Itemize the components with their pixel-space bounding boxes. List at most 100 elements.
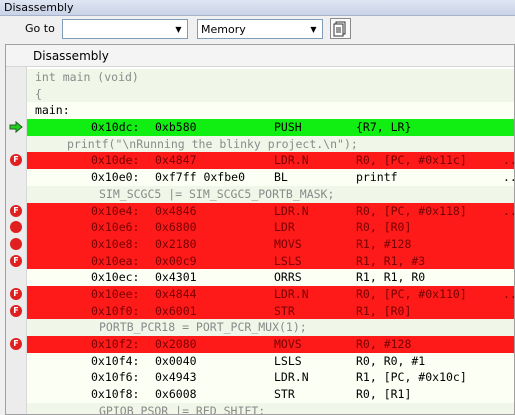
address: 0x10ea: [91,253,140,268]
source-line[interactable]: SIM_SCGC5 |= SIM_SCGC5_PORTB_MASK; [27,185,514,203]
panel-title: Disassembly [33,49,109,63]
operands: R1, [PC, #0x10c] [356,370,467,385]
document-icon [333,21,346,37]
opcode: 0x2180 [155,236,197,251]
address: 0x10f2: [91,337,140,351]
address: 0x10f6: [91,370,140,385]
memory-value: Memory [201,23,246,36]
opcode: 0x4847 [155,153,197,168]
operands: R1, [R0] [356,303,412,318]
asm-line[interactable]: 0x10ec: 0x4301 ORRS R1, R1, R0 [27,269,514,286]
operands: R1, #128 [356,236,412,251]
asm-line[interactable]: 0x10e4:0x4846LDR.NR0, [PC, #0x118]..F [10,202,514,220]
address: 0x10de: [91,153,140,168]
address: 0x10ee: [91,286,140,301]
opcode: 0x6008 [155,387,197,402]
asm-line[interactable]: 0x10de:0x4847LDR.NR0, [PC, #0x11c]..F [10,152,514,170]
opcode: 0x2080 [155,337,197,351]
source-text: int main (void) [35,70,139,84]
flash-breakpoint-icon[interactable]: F [6,203,27,219]
mnemonic: MOVS [274,337,302,351]
operands: R1, R1, R0 [356,270,426,285]
window-title: Disassembly [0,0,515,16]
disassembly-panel: Disassembly int main (void){main: 0x10dc:… [5,44,515,415]
source-text: GPIOB_PSOR |= RED_SHIFT; [99,403,266,415]
source-line[interactable]: GPIOB_PSOR |= RED_SHIFT; [27,402,514,415]
operands: R0, [PC, #0x118] [356,203,467,218]
source-line[interactable]: PORTB_PCR18 = PORT_PCR_MUX(1); [27,319,514,336]
mnemonic: LDR.N [274,370,309,385]
address: 0x10f4: [91,353,140,368]
opcode: 0x0040 [155,353,197,368]
chevron-down-icon[interactable]: ▼ [306,21,321,37]
opcode: 0x4846 [155,203,197,218]
opcode: 0x4943 [155,370,197,385]
asm-line[interactable]: 0x10f2: 0x2080 MOVS R0, #128 F [10,336,514,353]
asm-line[interactable]: 0x10ee:0x4844LDR.NR0, [PC, #0x110]..F [10,285,514,303]
address: 0x10f8: [91,387,140,402]
asm-line[interactable]: 0x10f6: 0x4943 LDR.N R1, [PC, #0x10c] [27,369,514,387]
toolbar: Go to ▼ Memory ▼ [0,16,515,43]
flash-breakpoint-icon[interactable]: F [6,253,27,269]
opcode: 0x4301 [155,270,197,285]
arrow-icon[interactable] [6,119,27,135]
mnemonic: MOVS [274,236,302,251]
overflow-ellipsis: ... [503,170,514,185]
flash-breakpoint-icon[interactable]: F [6,152,27,168]
asm-line[interactable]: 0x10dc: 0xb580 PUSH {R7, LR} [9,119,514,136]
mnemonic: LSLS [274,253,302,268]
opcode: 0x4844 [155,286,197,301]
chevron-down-icon[interactable]: ▼ [171,21,186,37]
panel-header: Disassembly [6,45,514,67]
source-text: SIM_SCGC5 |= SIM_SCGC5_PORTB_MASK; [99,186,335,201]
address: 0x10ec: [91,270,140,285]
operands: R0, [PC, #0x11c] [356,153,467,168]
mnemonic: STR [274,387,295,402]
source-text: printf("\nRunning the blinky project.\n"… [67,136,358,151]
mnemonic: STR [274,303,295,318]
mnemonic: LDR.N [274,153,309,168]
opcode: 0x6001 [155,303,197,318]
asm-line[interactable]: 0x10e6: 0x6800 LDR R0, [R0] [10,219,514,236]
address: 0x10e6: [91,220,140,235]
asm-line[interactable]: 0x10f4: 0x0040 LSLS R0, R0, #1 [27,352,514,370]
mnemonic: LDR.N [274,203,309,218]
document-button[interactable] [330,18,351,39]
opcode: 0x6800 [155,220,197,235]
label-line[interactable]: main: [27,102,514,120]
address: 0x10f0: [91,303,140,318]
source-line[interactable]: { [27,85,514,103]
source-line[interactable]: int main (void) [27,69,514,86]
overflow-ellipsis: .. [503,286,514,301]
mnemonic: LDR.N [274,286,309,301]
flash-breakpoint-icon[interactable]: F [6,303,27,319]
source-text: PORTB_PCR18 = PORT_PCR_MUX(1); [99,320,307,335]
label-text: main: [35,103,70,118]
address: 0x10e0: [91,170,140,185]
overflow-ellipsis: .. [503,153,514,168]
flash-breakpoint-icon[interactable]: F [6,336,27,352]
operands: R0, #128 [356,337,412,351]
operands: R0, [PC, #0x110] [356,286,467,301]
address: 0x10e8: [91,236,140,251]
disassembly-lines: int main (void) {main: 0x10dc: 0xb580 PUSH {R… [9,69,514,415]
goto-combobox[interactable]: ▼ [62,19,188,39]
operands: printf [356,170,398,185]
overflow-ellipsis: .. [503,203,514,218]
asm-line[interactable]: 0x10ea: 0x00c9 LSLS R1, R1, #3 F [10,252,514,270]
asm-line[interactable]: 0x10f0: 0x6001 STR R1, [R0] F [10,302,514,320]
mnemonic: PUSH [274,120,302,135]
asm-line[interactable]: 0x10e0: 0xf7ff 0xfbe0 BL printf... [27,169,514,186]
breakpoint-dot-icon[interactable] [6,219,27,235]
source-line[interactable]: printf("\nRunning the blinky project.\n"… [27,135,514,153]
operands: R0, [R0] [356,220,412,235]
opcode: 0xb580 [155,120,197,135]
flash-breakpoint-icon[interactable]: F [6,286,27,302]
operands: R1, R1, #3 [356,253,426,268]
asm-line[interactable]: 0x10f8: 0x6008 STR R0, [R1] [27,386,514,403]
asm-line[interactable]: 0x10e8: 0x2180 MOVS R1, #128 [10,235,514,253]
goto-label: Go to [25,22,55,35]
address: 0x10dc: [91,120,140,135]
breakpoint-dot-icon[interactable] [6,236,27,252]
memory-combobox[interactable]: Memory ▼ [197,19,323,39]
